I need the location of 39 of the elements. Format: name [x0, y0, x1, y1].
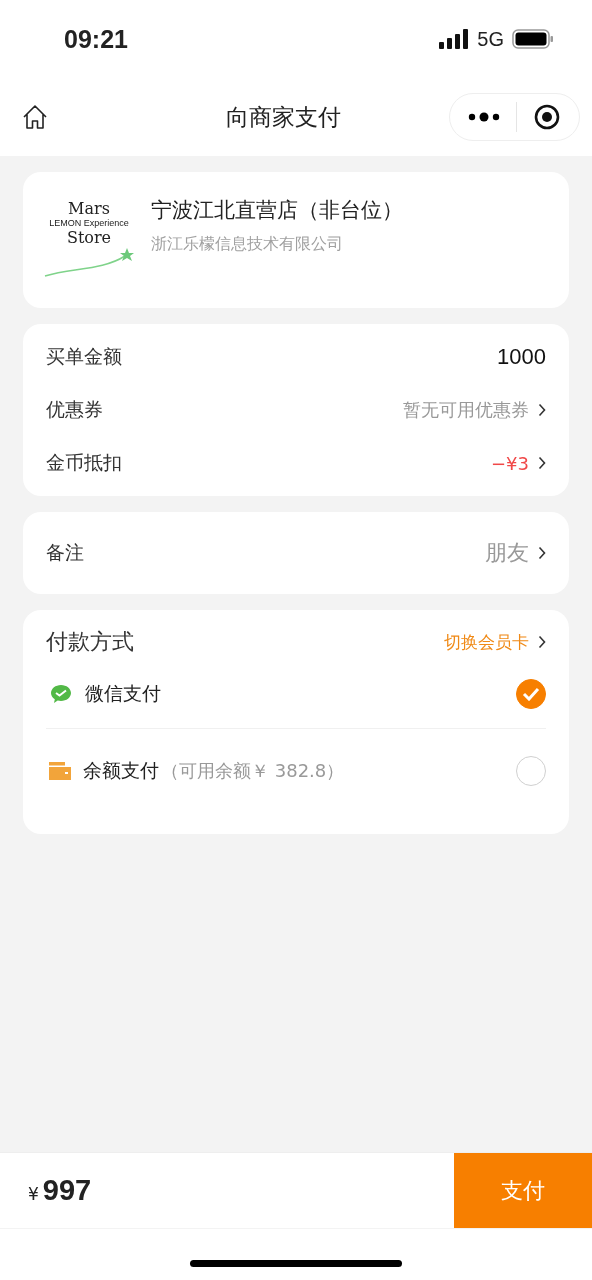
check-icon [522, 687, 540, 701]
logo-tagline: LEMON Experience [49, 218, 129, 229]
balance-note: （可用余额￥ 382.8） [161, 759, 345, 783]
home-icon[interactable] [22, 104, 48, 130]
logo-text: Store [66, 229, 112, 247]
currency-sign: ¥ [28, 1184, 39, 1204]
bill-label: 金币抵扣 [46, 450, 122, 475]
payment-title: 付款方式 [46, 628, 134, 656]
method-label: 余额支付 [83, 758, 159, 783]
bill-value: 1000 [497, 344, 546, 370]
bill-label: 优惠券 [46, 397, 103, 422]
status-time: 09:21 [64, 24, 128, 54]
more-icon[interactable] [468, 112, 500, 122]
bill-value[interactable]: 暂无可用优惠券 [403, 398, 529, 422]
store-name: 宁波江北直营店（非台位） [151, 197, 403, 224]
bill-value[interactable]: −¥3 [491, 452, 529, 474]
logo-text: Mars [68, 200, 110, 218]
total-amount: 997 [42, 1174, 92, 1207]
battery-icon [512, 29, 554, 49]
chevron-icon [538, 403, 546, 417]
pay-button[interactable]: 支付 [454, 1153, 592, 1228]
chevron-icon [538, 456, 546, 470]
bill-label: 买单金额 [46, 344, 122, 369]
remark-label: 备注 [46, 540, 84, 565]
star-swoosh-icon [43, 248, 135, 280]
payment-radio[interactable] [516, 679, 546, 709]
wallet-icon [49, 761, 71, 781]
remark-card[interactable]: 备注 朋友 [23, 512, 569, 594]
remark-value: 朋友 [485, 539, 529, 567]
chevron-icon [538, 546, 546, 560]
network-label: 5G [477, 27, 504, 51]
close-target-icon[interactable] [533, 103, 561, 131]
signal-icon [439, 29, 470, 49]
chat-bubble-icon [49, 682, 73, 706]
company-name: 浙江乐檬信息技术有限公司 [151, 234, 344, 255]
page-title: 向商家支付 [226, 102, 341, 132]
method-label: 微信支付 [85, 681, 161, 706]
chevron-icon [538, 635, 546, 649]
switch-card-link[interactable]: 切换会员卡 [444, 630, 529, 654]
